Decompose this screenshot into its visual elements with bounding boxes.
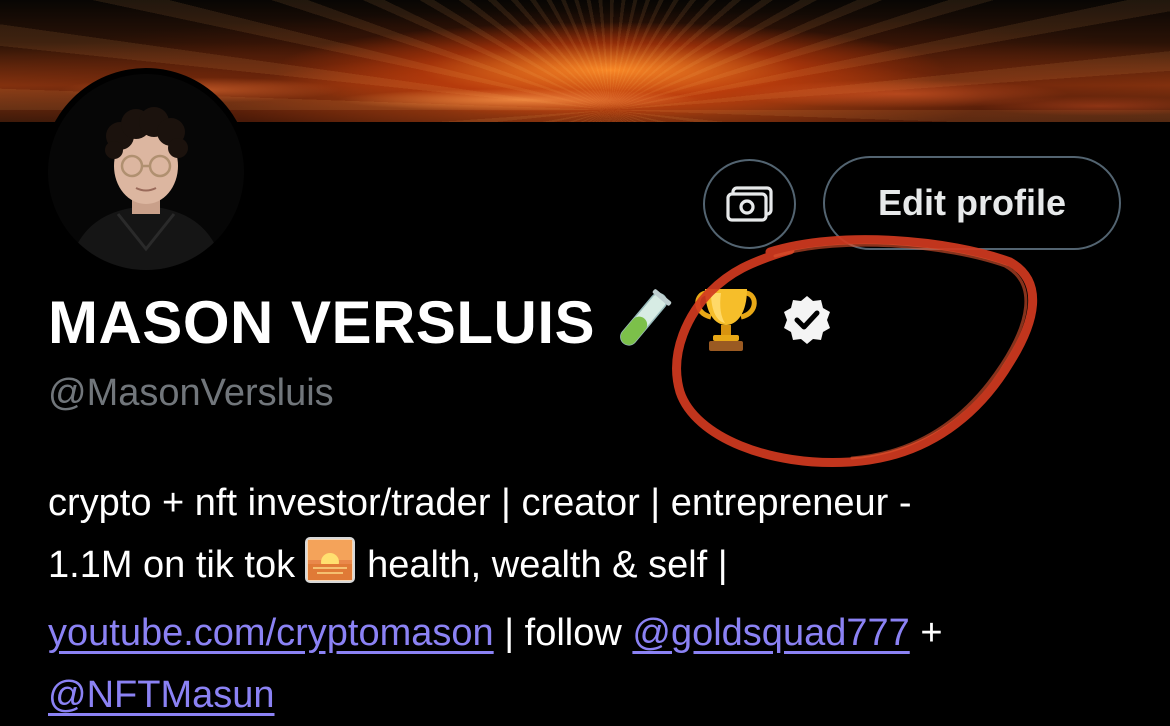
sunrise-icon <box>305 537 356 602</box>
trophy-icon <box>691 287 761 358</box>
youtube-link[interactable]: youtube.com/cryptomason <box>48 612 494 654</box>
bio-line-3: youtube.com/cryptomason | follow @goldsq… <box>48 602 1148 664</box>
bio-text-2a: 1.1M on tik tok <box>48 544 296 586</box>
bio-line-4: @NFTMasun <box>48 664 1148 726</box>
avatar-photo <box>48 74 244 270</box>
username-handle: @MasonVersluis <box>48 372 334 414</box>
tip-money-button[interactable] <box>703 159 796 249</box>
money-icon <box>725 186 773 222</box>
bio-text-2b: health, wealth & self | <box>367 544 728 586</box>
edit-profile-button[interactable]: Edit profile <box>823 156 1121 250</box>
profile-bio: crypto + nft investor/trader | creator |… <box>48 472 1148 726</box>
mention-nftmasun-link[interactable]: @NFTMasun <box>48 674 275 716</box>
bio-text-1: crypto + nft investor/trader | creator |… <box>48 482 912 524</box>
bio-follow-text: | follow <box>504 612 622 654</box>
test-tube-icon <box>613 288 673 357</box>
bio-line-2: 1.1M on tik tok health, wealth & self | <box>48 534 1148 602</box>
verified-badge-icon[interactable] <box>779 292 835 353</box>
avatar-frame[interactable] <box>42 68 250 276</box>
mention-goldsquad-link[interactable]: @goldsquad777 <box>632 612 909 654</box>
display-name: MASON VERSLUIS <box>48 288 596 356</box>
avatar[interactable] <box>48 74 244 270</box>
bio-line-1: crypto + nft investor/trader | creator |… <box>48 472 1148 534</box>
bio-plus-text: + <box>920 612 943 654</box>
display-name-row: MASON VERSLUIS <box>48 282 835 362</box>
